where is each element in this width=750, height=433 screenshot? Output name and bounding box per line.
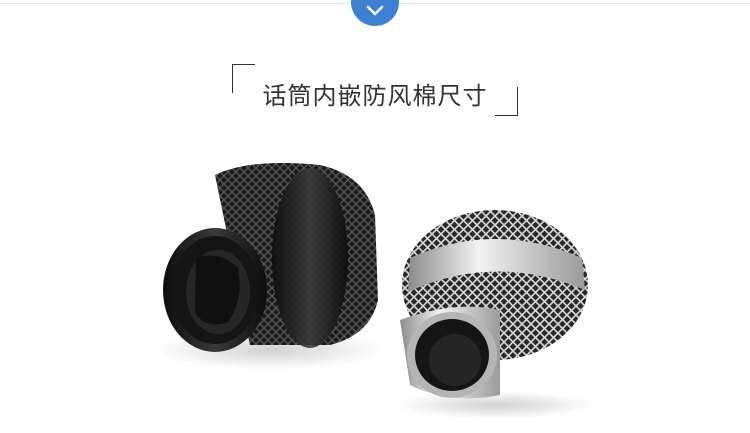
product-photo [155,162,595,419]
silver-mic-grille-icon [395,210,595,419]
black-mic-grille-icon [155,162,385,370]
